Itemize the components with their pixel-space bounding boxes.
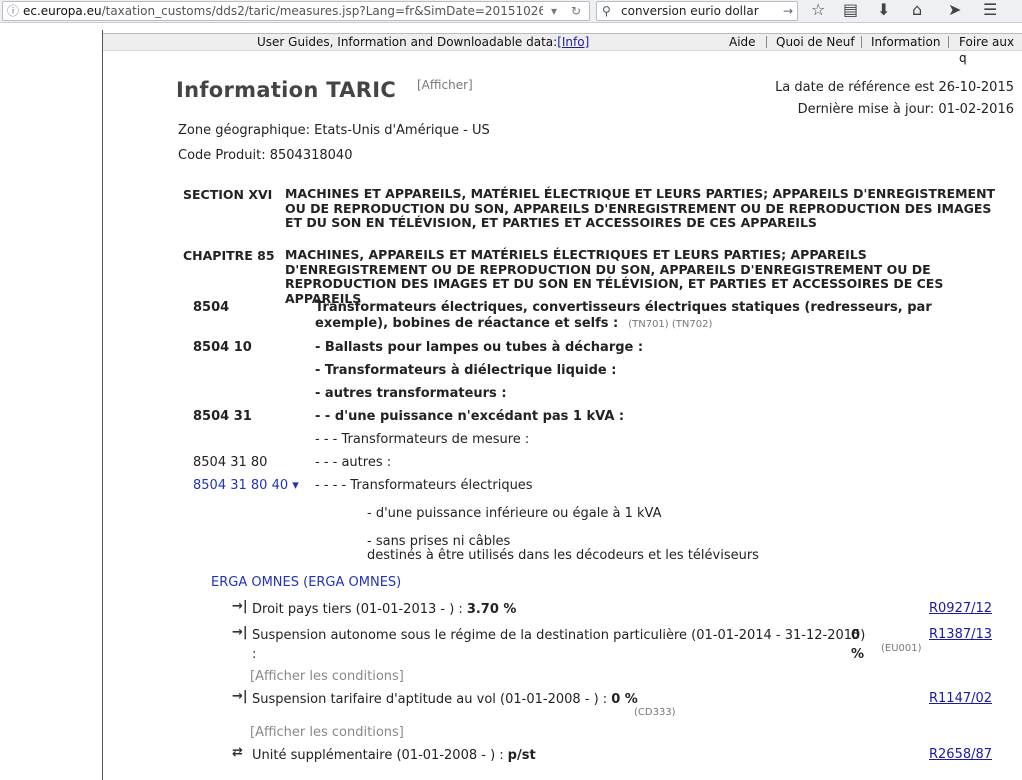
taric-description: - - - - Transformateurs électriques — [315, 478, 533, 493]
menu-icon[interactable]: ☰ — [983, 0, 997, 20]
subheading-description: - Ballasts pour lampes ou tubes à déchar… — [315, 340, 644, 355]
tn-footnotes[interactable]: (TN701) (TN702) — [628, 319, 712, 330]
measure-text: Suspension autonome sous le régime de la… — [252, 628, 866, 643]
top-navigation-bar: User Guides, Information and Downloadabl… — [103, 33, 1022, 65]
measure-value: p/st — [507, 748, 536, 763]
reload-icon[interactable]: ↻ — [571, 2, 581, 20]
subheading-code: 8504 31 80 — [193, 455, 268, 470]
sub-description: destinés à être utilisés dans les décode… — [367, 548, 759, 563]
info-link[interactable]: [Info] — [557, 35, 589, 49]
measure-row: Unité supplémentaire (01-01-2008 - ) : p/… — [252, 748, 536, 763]
measure-colon: : — [252, 647, 257, 662]
afficher-link[interactable]: [Afficher] — [417, 78, 473, 92]
measure-text: Unité supplémentaire (01-01-2008 - ) : — [252, 748, 504, 763]
nav-quoi-de-neuf-link[interactable]: Quoi de Neuf — [776, 34, 855, 50]
download-icon[interactable]: ⬇ — [877, 0, 890, 20]
user-guides-label: User Guides, Information and Downloadabl… — [257, 34, 589, 50]
address-bar[interactable]: ⓘ ec.europa.eu/taxation_customs/dds2/tar… — [2, 1, 590, 21]
measure-group-link[interactable]: ERGA OMNES (ERGA OMNES) — [211, 575, 401, 590]
sub-description: - d'une puissance inférieure ou égale à … — [367, 506, 662, 521]
measure-value-unit: % — [851, 647, 865, 662]
search-input[interactable]: conversion eurio dollar — [621, 2, 759, 20]
measure-text: Suspension tarifaire d'aptitude au vol (… — [252, 692, 608, 707]
chapter-description: MACHINES, APPAREILS ET MATÉRIELS ÉLECTRI… — [285, 247, 944, 306]
import-arrow-icon: →| — [232, 689, 248, 704]
subheading-description: - - - Transformateurs de mesure : — [315, 432, 530, 447]
url-host: ec.europa.eu — [23, 4, 102, 18]
chevron-down-icon[interactable]: ▾ — [551, 2, 557, 20]
page-title: Information TARIC — [176, 78, 397, 102]
measure-row: Suspension tarifaire d'aptitude au vol (… — [252, 692, 638, 707]
taric-code-link[interactable]: 8504 31 80 40 ▾ — [193, 478, 299, 493]
search-icon: ⚲ — [602, 4, 611, 18]
heading-code: 8504 — [193, 300, 230, 315]
product-code: Code Produit: 8504318040 — [178, 148, 353, 163]
nav-aide-link[interactable]: Aide — [729, 34, 756, 50]
url-path: /taxation_customs/dds2/taric/measures.js… — [101, 4, 543, 18]
section-description: MACHINES ET APPAREILS, MATÉRIEL ÉLECTRIQ… — [285, 186, 996, 230]
nav-separator — [766, 36, 767, 48]
subheading-description: - Transformateurs à diélectrique liquide… — [315, 363, 617, 378]
search-box[interactable]: ⚲ conversion eurio dollar → — [596, 1, 798, 21]
send-icon[interactable]: ➤ — [948, 0, 961, 20]
measure-footnote[interactable]: (CD333) — [634, 707, 676, 718]
page-left-border — [102, 30, 103, 780]
last-update: Dernière mise à jour: 01-02-2016 — [797, 102, 1014, 117]
section-label: SECTION XVI — [183, 187, 273, 202]
url-text[interactable]: ec.europa.eu/taxation_customs/dds2/taric… — [23, 2, 543, 20]
measure-row: Droit pays tiers (01-01-2013 - ) :3.70 % — [252, 602, 516, 617]
nav-separator — [861, 36, 862, 48]
exchange-arrows-icon: ⇄ — [232, 745, 243, 760]
search-go-icon[interactable]: → — [783, 2, 793, 20]
subheading-code: 8504 10 — [193, 340, 252, 355]
reference-dates: La date de référence est 26-10-2015 Dern… — [775, 77, 1014, 121]
nav-faq-link[interactable]: Foire aux q — [959, 34, 1022, 66]
regulation-link[interactable]: R1387/13 — [929, 627, 992, 642]
regulation-link[interactable]: R2658/87 — [929, 747, 992, 762]
show-conditions-link[interactable]: [Afficher les conditions] — [250, 669, 404, 684]
subheading-description: - - d'une puissance n'excédant pas 1 kVA… — [315, 409, 625, 424]
heading-description: Transformateurs électriques, convertisse… — [315, 300, 1005, 333]
measure-value: 0 % — [611, 692, 638, 707]
subheading-code: 8504 31 — [193, 409, 252, 424]
nav-separator — [948, 36, 949, 48]
subheading-description: - autres transformateurs : — [315, 386, 507, 401]
browser-toolbar: ⓘ ec.europa.eu/taxation_customs/dds2/tar… — [0, 0, 1022, 23]
bookmark-star-icon[interactable]: ☆ — [811, 0, 825, 20]
nav-information-link[interactable]: Information — [871, 34, 940, 50]
heading-text: Transformateurs électriques, convertisse… — [315, 300, 932, 331]
chapter-label: CHAPITRE 85 — [183, 248, 275, 263]
sub-description: - sans prises ni câbles — [367, 534, 511, 549]
reading-list-icon[interactable]: ▤ — [843, 0, 858, 20]
measure-value: 3.70 % — [466, 602, 517, 617]
measure-text: Droit pays tiers (01-01-2013 - ) : — [252, 602, 463, 617]
import-arrow-icon: →| — [232, 599, 248, 614]
guide-text: User Guides, Information and Downloadabl… — [257, 35, 558, 49]
regulation-link[interactable]: R0927/12 — [929, 601, 992, 616]
home-icon[interactable]: ⌂ — [912, 0, 922, 20]
show-conditions-link[interactable]: [Afficher les conditions] — [250, 725, 404, 740]
page-info-icon[interactable]: ⓘ — [7, 2, 19, 20]
measure-value: 0 — [851, 628, 861, 643]
regulation-link[interactable]: R1147/02 — [929, 691, 992, 706]
measure-footnote[interactable]: (EU001) — [881, 643, 922, 654]
reference-date: La date de référence est 26-10-2015 — [775, 80, 1014, 95]
geographic-zone: Zone géographique: Etats-Unis d'Amérique… — [178, 123, 490, 138]
import-arrow-icon: →| — [232, 625, 248, 640]
subheading-description: - - - autres : — [315, 455, 392, 470]
